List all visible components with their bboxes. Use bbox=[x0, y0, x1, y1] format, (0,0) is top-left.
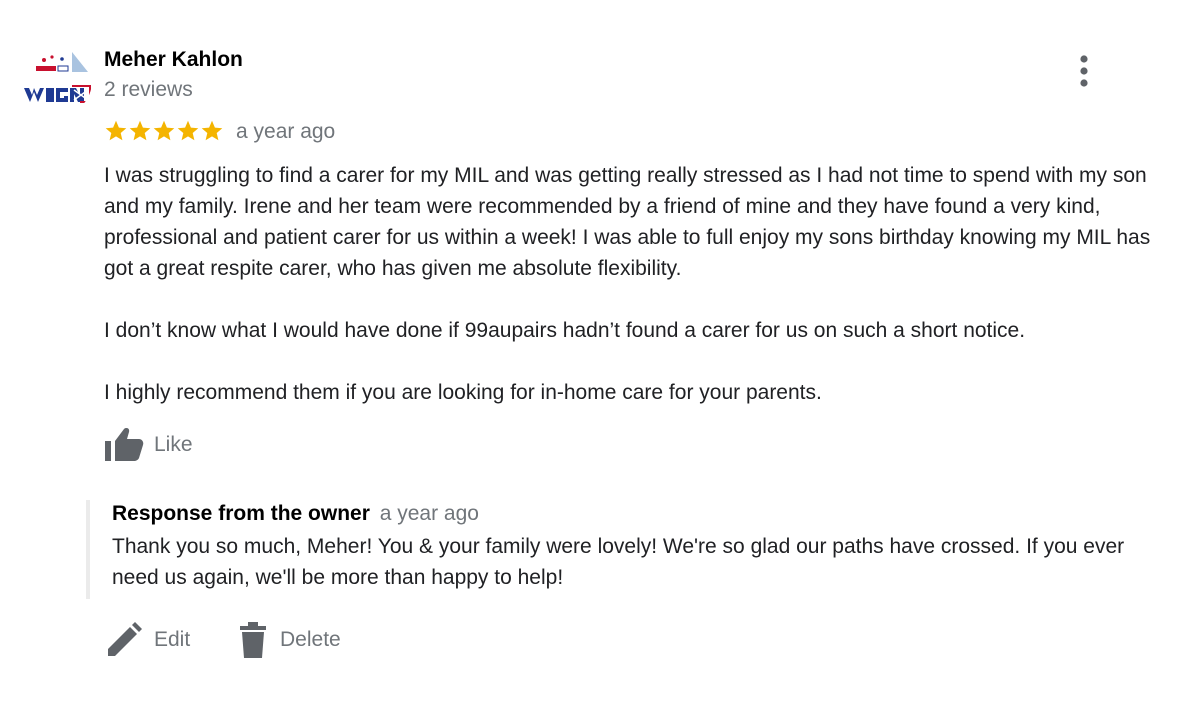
review-paragraph: I was struggling to find a carer for my … bbox=[104, 164, 1151, 280]
reviewer-name[interactable]: Meher Kahlon bbox=[104, 46, 243, 74]
avatar-image bbox=[22, 46, 92, 116]
edit-button[interactable]: Edit bbox=[106, 620, 190, 660]
reviewer-avatar[interactable] bbox=[22, 46, 92, 116]
review-paragraph: I don’t know what I would have done if 9… bbox=[104, 319, 1026, 342]
owner-response-date: a year ago bbox=[379, 502, 479, 525]
more-vert-icon bbox=[1080, 55, 1088, 87]
star-icon bbox=[153, 120, 175, 141]
star-rating bbox=[104, 119, 224, 145]
rating-row: a year ago bbox=[104, 117, 335, 147]
owner-response-title: Response from the owner bbox=[112, 502, 370, 525]
star-icon bbox=[129, 120, 151, 141]
delete-button[interactable]: Delete bbox=[238, 620, 341, 660]
star-icon bbox=[105, 120, 127, 141]
pencil-icon bbox=[108, 622, 142, 656]
owner-response: Response from the owner a year ago Thank… bbox=[86, 500, 1172, 599]
star-icon bbox=[177, 120, 199, 141]
trash-icon bbox=[240, 622, 266, 658]
more-options-button[interactable] bbox=[1068, 54, 1100, 88]
like-label: Like bbox=[154, 433, 193, 456]
review-card: Meher Kahlon 2 reviews a year ago I was … bbox=[0, 0, 1200, 704]
edit-label: Edit bbox=[154, 628, 191, 651]
reviewer-review-count[interactable]: 2 reviews bbox=[104, 76, 193, 104]
like-button[interactable]: Like bbox=[104, 427, 193, 463]
owner-response-text: Thank you so much, Meher! You & your fam… bbox=[112, 535, 1125, 589]
review-paragraph: I highly recommend them if you are looki… bbox=[104, 381, 822, 404]
thumb-up-icon bbox=[105, 428, 144, 461]
review-date: a year ago bbox=[236, 120, 336, 143]
star-icon bbox=[201, 120, 223, 141]
delete-label: Delete bbox=[280, 628, 341, 651]
review-text: I was struggling to find a carer for my … bbox=[104, 160, 1164, 439]
owner-response-header: Response from the owner a year ago bbox=[112, 500, 1172, 528]
